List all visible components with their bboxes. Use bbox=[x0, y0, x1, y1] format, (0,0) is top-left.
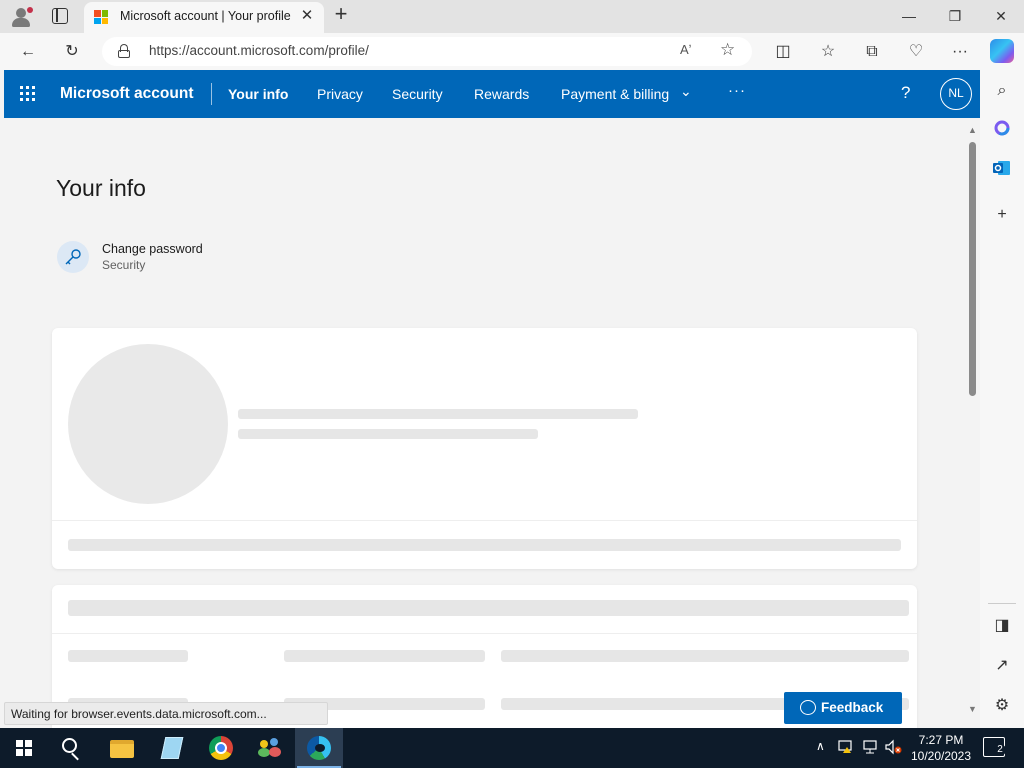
nav-payment-billing[interactable]: Payment & billing bbox=[561, 86, 669, 102]
help-icon[interactable]: ? bbox=[901, 83, 910, 103]
split-screen-button[interactable]: ◫ bbox=[770, 39, 796, 65]
feedback-button[interactable]: Feedback bbox=[784, 692, 902, 724]
open-external-icon[interactable]: ↗ bbox=[990, 654, 1014, 678]
file-explorer-icon[interactable] bbox=[98, 728, 146, 768]
collections-button[interactable]: ⧉ bbox=[859, 39, 885, 65]
browser-toolbar: ← ↻ https://account.microsoft.com/profil… bbox=[0, 33, 1024, 70]
lock-icon[interactable] bbox=[118, 44, 130, 58]
change-password-subtitle: Security bbox=[102, 258, 146, 272]
scroll-down-icon[interactable]: ▼ bbox=[968, 704, 977, 714]
edge-sidebar: ⌕ + ◨ ↗ ⚙ bbox=[980, 70, 1024, 728]
refresh-button[interactable]: ↻ bbox=[59, 39, 85, 65]
settings-more-button[interactable]: ··· bbox=[947, 39, 973, 65]
tab-microsoft-account[interactable]: Microsoft account | Your profile ✕ bbox=[84, 2, 324, 33]
card-divider bbox=[52, 520, 917, 521]
taskbar: ∧ 7:27 PM 10/20/2023 2 bbox=[0, 728, 1024, 768]
card-divider bbox=[52, 633, 917, 634]
change-password-link[interactable]: Change password bbox=[102, 242, 203, 256]
notification-count: 2 bbox=[994, 744, 1006, 756]
skeleton-line bbox=[68, 600, 909, 616]
notepad-icon[interactable] bbox=[148, 728, 196, 768]
nav-security[interactable]: Security bbox=[392, 86, 443, 102]
nav-rewards[interactable]: Rewards bbox=[474, 86, 529, 102]
edge-icon[interactable] bbox=[295, 728, 343, 768]
nav-more-icon[interactable]: ··· bbox=[728, 82, 746, 99]
scroll-up-icon[interactable]: ▲ bbox=[968, 125, 977, 135]
page-content: Your info Change password Security bbox=[4, 118, 964, 728]
copilot-icon[interactable] bbox=[990, 39, 1014, 63]
microsoft-logo-icon bbox=[94, 10, 108, 24]
scrollbar-thumb[interactable] bbox=[969, 142, 976, 396]
avatar[interactable]: NL bbox=[940, 78, 972, 110]
search-icon[interactable] bbox=[48, 728, 96, 768]
performance-button[interactable]: ♡ bbox=[903, 39, 929, 65]
read-aloud-icon[interactable]: Aʼ bbox=[680, 42, 692, 57]
feedback-label: Feedback bbox=[821, 700, 884, 715]
skeleton-line bbox=[68, 650, 188, 662]
profile-card bbox=[52, 328, 917, 569]
title-bar: Microsoft account | Your profile ✕ + — ❐… bbox=[0, 0, 1024, 33]
tab-title: Microsoft account | Your profile bbox=[120, 9, 291, 23]
users-icon[interactable] bbox=[246, 728, 294, 768]
clock-date: 10/20/2023 bbox=[910, 749, 972, 763]
brand-title[interactable]: Microsoft account bbox=[60, 85, 193, 103]
status-bar: Waiting for browser.events.data.microsof… bbox=[4, 702, 328, 725]
favorites-button[interactable]: ☆ bbox=[815, 39, 841, 65]
skeleton-line bbox=[238, 429, 538, 439]
address-bar[interactable]: https://account.microsoft.com/profile/ A… bbox=[102, 37, 752, 66]
ms-account-header: Microsoft account Your info Privacy Secu… bbox=[4, 70, 980, 118]
profile-icon[interactable] bbox=[10, 6, 33, 28]
nav-privacy[interactable]: Privacy bbox=[317, 86, 363, 102]
tab-close-icon[interactable]: ✕ bbox=[298, 7, 316, 25]
tray-chevron-icon[interactable]: ∧ bbox=[816, 739, 825, 768]
network-warning-icon[interactable] bbox=[838, 738, 854, 768]
header-divider bbox=[211, 83, 212, 105]
close-window-button[interactable]: ✕ bbox=[986, 5, 1016, 27]
new-tab-button[interactable]: + bbox=[330, 3, 352, 25]
nav-your-info[interactable]: Your info bbox=[228, 86, 288, 102]
windows-start-icon[interactable] bbox=[0, 728, 48, 768]
add-favorite-icon[interactable]: ☆ bbox=[720, 40, 735, 60]
profile-photo-placeholder bbox=[68, 344, 228, 504]
waffle-icon[interactable] bbox=[20, 86, 36, 102]
key-icon[interactable] bbox=[57, 241, 89, 273]
page-title: Your info bbox=[56, 175, 146, 201]
taskbar-clock[interactable]: 7:27 PM 10/20/2023 bbox=[905, 732, 977, 764]
skeleton-line bbox=[68, 539, 901, 551]
tab-actions-icon[interactable] bbox=[52, 8, 68, 24]
sidebar-settings-icon[interactable]: ⚙ bbox=[990, 694, 1014, 718]
office-icon[interactable] bbox=[990, 120, 1014, 144]
sidebar-search-icon[interactable]: ⌕ bbox=[990, 79, 1014, 103]
skeleton-line bbox=[238, 409, 638, 419]
page-scrollbar[interactable]: ▲ ▼ bbox=[964, 118, 980, 728]
skeleton-line bbox=[501, 650, 909, 662]
minimize-button[interactable]: — bbox=[894, 5, 924, 27]
sidebar-divider bbox=[988, 603, 1016, 604]
sidebar-add-icon[interactable]: + bbox=[990, 203, 1014, 227]
skeleton-line bbox=[284, 650, 485, 662]
url-text[interactable]: https://account.microsoft.com/profile/ bbox=[149, 43, 369, 58]
back-button[interactable]: ← bbox=[15, 39, 41, 65]
feedback-icon bbox=[800, 700, 816, 715]
volume-muted-icon[interactable] bbox=[884, 739, 902, 768]
notifications-icon[interactable]: 2 bbox=[983, 737, 1006, 757]
chevron-down-icon[interactable]: ⌄ bbox=[680, 83, 692, 100]
clock-time: 7:27 PM bbox=[918, 733, 964, 747]
chrome-icon[interactable] bbox=[197, 728, 245, 768]
restore-button[interactable]: ❐ bbox=[940, 5, 970, 27]
outlook-icon[interactable] bbox=[990, 160, 1014, 184]
network-icon[interactable] bbox=[862, 739, 878, 768]
sidebar-panel-icon[interactable]: ◨ bbox=[990, 614, 1014, 638]
